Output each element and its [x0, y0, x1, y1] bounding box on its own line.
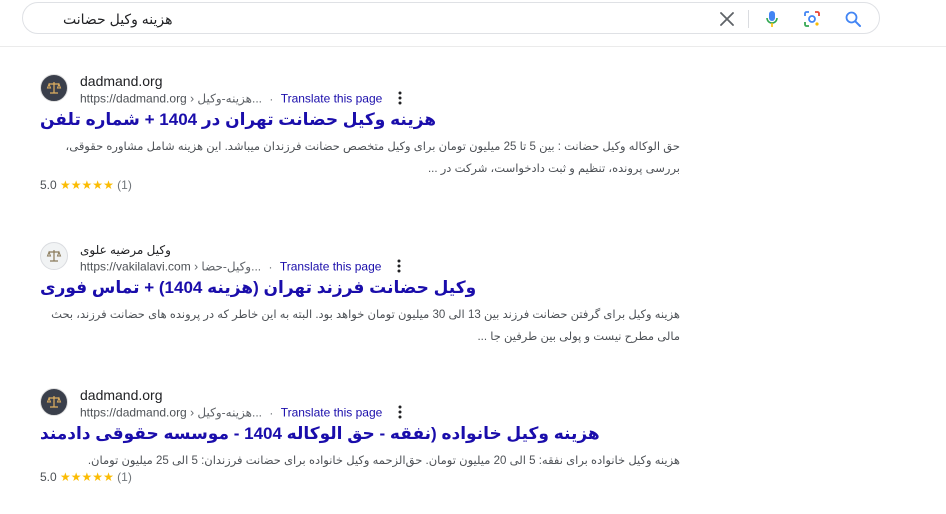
star-icon: ★★★★★ — [60, 470, 114, 484]
translate-link[interactable]: Translate this page — [280, 260, 382, 274]
microphone-icon[interactable] — [762, 9, 782, 29]
result-source[interactable]: dadmand.org https://dadmand.org › هزینه-… — [40, 386, 690, 420]
close-icon[interactable] — [717, 9, 737, 29]
search-icon[interactable] — [843, 9, 863, 29]
translate-link[interactable]: Translate this page — [281, 406, 383, 420]
more-vertical-icon[interactable] — [397, 259, 401, 276]
result-url: https://vakilalavi.com — [80, 259, 191, 274]
more-vertical-icon[interactable] — [398, 405, 402, 422]
cite-separator: · — [269, 91, 274, 106]
rating-value: 5.0 — [40, 178, 57, 192]
search-result: dadmand.org https://dadmand.org › هزینه-… — [40, 386, 690, 484]
more-vertical-icon[interactable] — [398, 91, 402, 108]
cite-separator: · — [269, 405, 274, 420]
search-divider — [748, 10, 749, 28]
site-name: وکیل مرضیه علوی — [80, 243, 171, 257]
cite-separator: · — [268, 259, 273, 274]
star-icon: ★★★★★ — [60, 178, 114, 192]
result-source[interactable]: dadmand.org https://dadmand.org › هزینه-… — [40, 72, 690, 106]
review-count: (1) — [117, 178, 132, 192]
scales-icon — [40, 74, 68, 102]
camera-lens-icon[interactable] — [802, 9, 822, 29]
scales-icon — [40, 242, 68, 270]
site-name: dadmand.org — [80, 387, 163, 403]
result-path: › هزینه-وکیل... — [190, 405, 262, 420]
result-source[interactable]: وکیل مرضیه علوی https://vakilalavi.com ›… — [40, 240, 690, 274]
header-divider — [0, 46, 946, 47]
review-count: (1) — [117, 470, 132, 484]
result-title-link[interactable]: هزینه وکیل حضانت تهران در 1404 + شماره ت… — [40, 110, 436, 130]
rating-value: 5.0 — [40, 470, 57, 484]
result-url: https://dadmand.org — [80, 91, 187, 106]
result-cite: https://dadmand.org › هزینه-وکیل... · Tr… — [80, 405, 402, 422]
result-title-link[interactable]: هزینه وکیل خانواده (نفقه - حق الوکاله 14… — [40, 424, 600, 444]
result-cite: https://vakilalavi.com › وکیل-حضا... · T… — [80, 259, 401, 276]
translate-link[interactable]: Translate this page — [281, 92, 383, 106]
search-result: dadmand.org https://dadmand.org › هزینه-… — [40, 72, 690, 192]
result-rating: 5.0 ★★★★★ (1) — [40, 470, 690, 484]
result-url: https://dadmand.org — [80, 405, 187, 420]
result-snippet: هزینه وکیل خانواده برای نفقه: 5 الی 20 م… — [87, 455, 680, 467]
search-bar[interactable]: هزینه وکیل حضانت — [22, 2, 880, 34]
result-path: › وکیل-حضا... — [194, 259, 262, 274]
result-title-link[interactable]: وکیل حضانت فرزند تهران (هزینه 1404) + تم… — [40, 278, 476, 298]
result-path: › هزینه-وکیل... — [190, 91, 262, 106]
result-rating: 5.0 ★★★★★ (1) — [40, 178, 690, 192]
scales-icon — [40, 388, 68, 416]
result-snippet: حق الوکاله وکیل حضانت : بین 5 تا 25 میلی… — [65, 141, 680, 175]
search-input[interactable]: هزینه وکیل حضانت — [63, 11, 172, 28]
site-name: dadmand.org — [80, 73, 163, 89]
result-cite: https://dadmand.org › هزینه-وکیل... · Tr… — [80, 91, 402, 108]
search-result: وکیل مرضیه علوی https://vakilalavi.com ›… — [40, 240, 690, 348]
result-snippet: هزینه وکیل برای گرفتن حضانت فرزند بین 13… — [51, 309, 680, 343]
